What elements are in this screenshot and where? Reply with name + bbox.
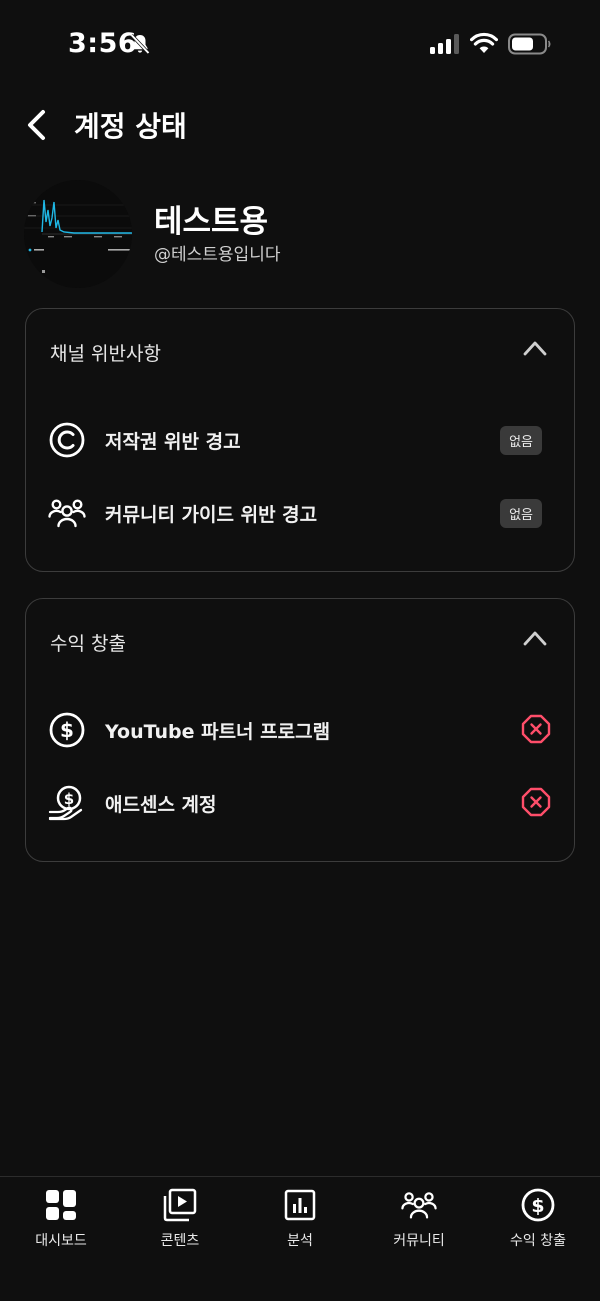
youtube-partner-program-label: YouTube 파트너 프로그램: [105, 721, 331, 743]
copyright-strike-label: 저작권 위반 경고: [105, 431, 241, 453]
nav-item-analytics[interactable]: 분석: [240, 1185, 360, 1253]
nav-item-content[interactable]: 콘텐츠: [120, 1185, 240, 1253]
copyright-icon: [49, 422, 85, 458]
wifi-icon: [470, 32, 498, 53]
nav-item-monetization[interactable]: $ 수익 창출: [478, 1185, 598, 1253]
not-eligible-x-icon: [521, 787, 551, 817]
nav-label-analytics: 분석: [287, 1233, 313, 1249]
monetization-card-title: 수익 창출: [50, 633, 126, 655]
page-title: 계정 상태: [74, 110, 187, 143]
community-icon: [401, 1192, 437, 1219]
adsense-account-row[interactable]: $ 애드센스 계정: [26, 770, 574, 834]
community-icon: [48, 499, 86, 528]
bottom-nav: 대시보드 콘텐츠 분석 커뮤니티 $ 수익 창출: [0, 1176, 600, 1301]
svg-text:$: $: [64, 790, 74, 808]
chevron-left-icon: [28, 110, 45, 140]
dashboard-icon: [46, 1190, 76, 1220]
battery-icon: [508, 33, 551, 55]
svg-text:$: $: [531, 1195, 544, 1217]
channel-handle: @테스트용입니다: [154, 245, 281, 265]
chevron-up-icon: [523, 631, 547, 646]
nav-item-community[interactable]: 커뮤니티: [359, 1185, 479, 1253]
community-guidelines-badge: 없음: [500, 499, 542, 528]
community-guidelines-label: 커뮤니티 가이드 위반 경고: [105, 504, 318, 526]
chevron-up-icon: [523, 341, 547, 356]
nav-label-dashboard: 대시보드: [35, 1233, 87, 1249]
nav-label-content: 콘텐츠: [160, 1233, 200, 1249]
signal-icon: [430, 34, 459, 54]
monetization-card-header[interactable]: 수익 창출: [26, 599, 574, 683]
avatar[interactable]: [24, 180, 132, 288]
content-icon: [163, 1188, 197, 1222]
violations-card-title: 채널 위반사항: [50, 343, 161, 365]
svg-text:$: $: [60, 718, 74, 742]
avatar-chart-image: [24, 180, 132, 288]
adsense-account-label: 애드센스 계정: [105, 794, 217, 816]
bell-muted-icon: [130, 33, 150, 55]
nav-item-dashboard[interactable]: 대시보드: [1, 1185, 121, 1253]
channel-name: 테스트용: [154, 204, 269, 240]
channel-info: 테스트용 @테스트용입니다: [24, 180, 576, 290]
dollar-circle-icon: $: [49, 712, 85, 748]
community-guidelines-row[interactable]: 커뮤니티 가이드 위반 경고 없음: [26, 480, 574, 544]
nav-label-community: 커뮤니티: [393, 1233, 445, 1249]
monetization-icon: $: [521, 1188, 555, 1222]
not-eligible-x-icon: [521, 714, 551, 744]
youtube-partner-program-row[interactable]: $ YouTube 파트너 프로그램: [26, 697, 574, 761]
back-button[interactable]: [16, 103, 56, 147]
analytics-icon: [284, 1189, 316, 1221]
status-bar: 3:56: [0, 0, 600, 90]
channel-violations-card: 채널 위반사항 저작권 위반 경고 없음 커뮤니티 가이드 위반 경고 없음: [25, 308, 575, 572]
violations-card-header[interactable]: 채널 위반사항: [26, 309, 574, 393]
copyright-strike-badge: 없음: [500, 426, 542, 455]
copyright-strike-row[interactable]: 저작권 위반 경고 없음: [26, 407, 574, 471]
header: 계정 상태: [0, 95, 600, 155]
nav-label-monetization: 수익 창출: [510, 1233, 566, 1249]
status-time: 3:56: [68, 28, 138, 59]
monetization-card: 수익 창출 $ YouTube 파트너 프로그램 $ 애드센스 계정: [25, 598, 575, 862]
hand-coin-icon: $: [48, 785, 83, 821]
